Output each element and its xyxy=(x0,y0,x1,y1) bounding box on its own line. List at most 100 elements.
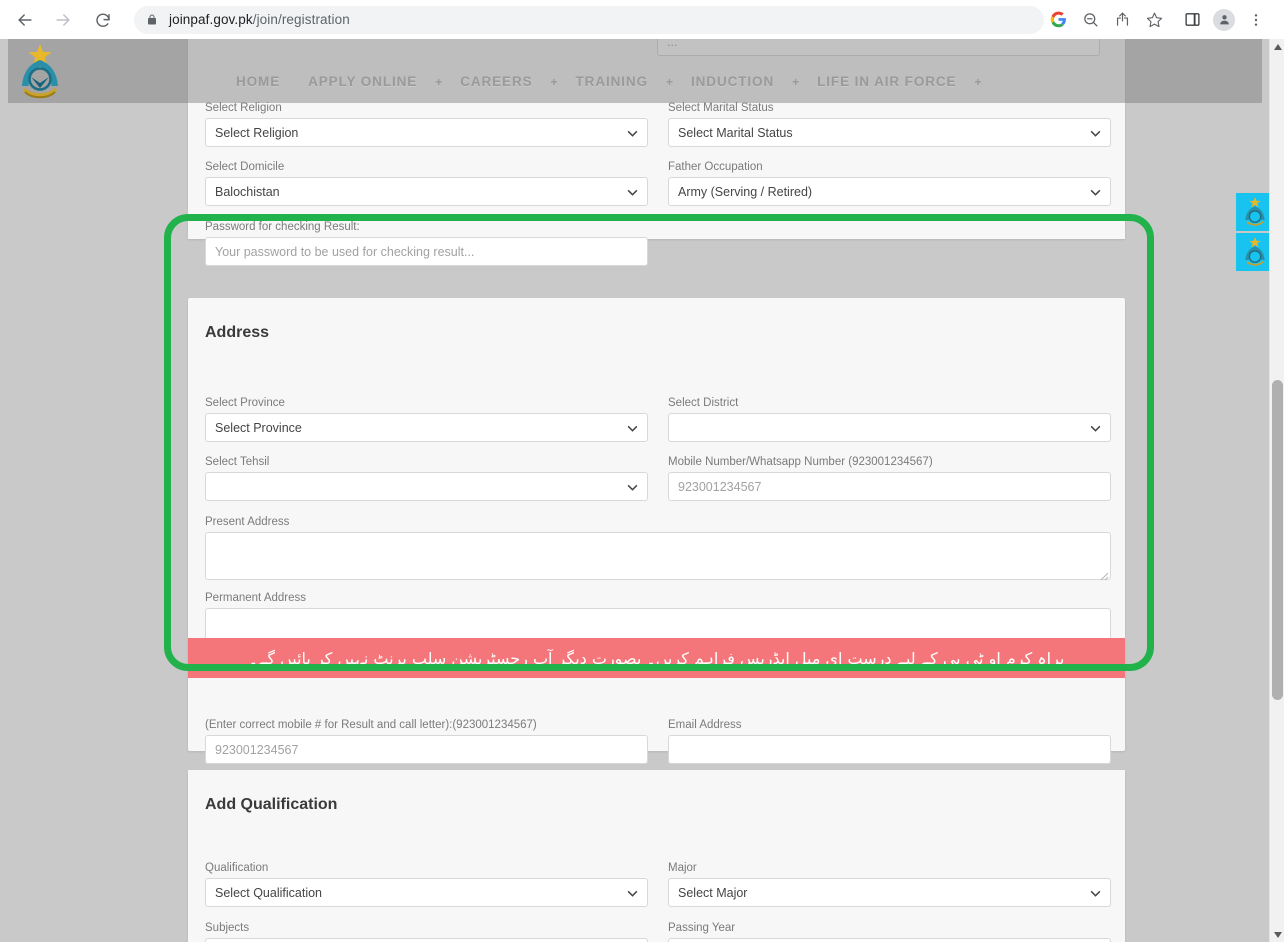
select-tehsil-dropdown[interactable] xyxy=(205,472,648,501)
result-password-input[interactable]: Your password to be used for checking re… xyxy=(205,237,648,266)
qualification-value: Select Qualification xyxy=(215,885,323,900)
url-path: /join/registration xyxy=(252,12,350,27)
zoom-out-icon[interactable] xyxy=(1074,6,1106,34)
mobile-whatsapp-input[interactable]: 923001234567 xyxy=(668,472,1111,501)
field-mobile-whatsapp: Mobile Number/Whatsapp Number (923001234… xyxy=(668,456,1111,501)
father-occupation-value: Army (Serving / Retired) xyxy=(678,184,813,199)
field-select-district: Select District xyxy=(668,397,1111,442)
email-address-input[interactable] xyxy=(668,735,1111,764)
field-email-address: Email Address xyxy=(668,719,1111,764)
field-present-address: Present Address xyxy=(205,516,1111,581)
present-address-label: Present Address xyxy=(205,516,290,528)
result-password-placeholder: Your password to be used for checking re… xyxy=(215,244,475,259)
field-major: Major Select Major xyxy=(668,862,1111,907)
cutoff-top-input[interactable]: ... xyxy=(657,39,1100,56)
browser-forward-button[interactable] xyxy=(48,5,78,35)
paf-crest-icon xyxy=(1245,237,1265,266)
field-select-province: Select Province Select Province xyxy=(205,397,648,442)
url-text: joinpaf.gov.pk/join/registration xyxy=(169,12,350,27)
resize-handle-icon[interactable] xyxy=(1099,568,1109,581)
select-marital-status-dropdown[interactable]: Select Marital Status xyxy=(668,118,1111,147)
subjects-label: Subjects xyxy=(205,922,250,934)
father-occupation-label: Father Occupation xyxy=(668,161,763,173)
chevron-down-icon xyxy=(1090,886,1101,900)
major-value: Select Major xyxy=(678,885,748,900)
field-father-occupation: Father Occupation Army (Serving / Retire… xyxy=(668,161,1111,206)
field-select-marital-status: Select Marital Status Select Marital Sta… xyxy=(668,102,1111,147)
url-host: joinpaf.gov.pk xyxy=(169,12,253,27)
field-select-tehsil: Select Tehsil xyxy=(205,456,648,501)
result-mobile-input[interactable]: 923001234567 xyxy=(205,735,648,764)
scroll-up-arrow-icon[interactable] xyxy=(1270,39,1284,54)
field-select-religion: Select Religion Select Religion xyxy=(205,102,648,147)
browser-toolbar: joinpaf.gov.pk/join/registration xyxy=(0,0,1284,39)
passing-year-input[interactable] xyxy=(668,938,1111,942)
avatar xyxy=(1213,8,1235,31)
scrollbar-thumb[interactable] xyxy=(1272,380,1283,700)
three-dot-menu-icon[interactable] xyxy=(1240,5,1272,35)
result-password-label: Password for checking Result: xyxy=(205,221,360,233)
mobile-whatsapp-placeholder: 923001234567 xyxy=(678,479,762,494)
star-icon[interactable] xyxy=(1138,6,1170,34)
side-panel-icon[interactable] xyxy=(1176,5,1208,35)
subjects-dropdown[interactable]: Select Subject xyxy=(205,938,648,942)
profile-icon[interactable] xyxy=(1208,5,1240,35)
select-marital-status-label: Select Marital Status xyxy=(668,102,774,114)
email-address-label: Email Address xyxy=(668,719,742,731)
paf-crest-icon xyxy=(1245,197,1265,226)
browser-back-button[interactable] xyxy=(10,5,40,35)
chevron-down-icon xyxy=(627,886,638,900)
select-province-value: Select Province xyxy=(215,420,302,435)
qualification-dropdown[interactable]: Select Qualification xyxy=(205,878,648,907)
address-bar[interactable]: joinpaf.gov.pk/join/registration xyxy=(134,5,1044,34)
omnibox-actions xyxy=(1042,6,1170,34)
qualification-label: Qualification xyxy=(205,862,269,874)
field-subjects: Subjects Select Subject xyxy=(205,922,648,942)
chevron-down-icon xyxy=(1090,185,1101,199)
google-icon[interactable] xyxy=(1042,6,1074,34)
field-result-password: Password for checking Result: Your passw… xyxy=(205,221,648,266)
select-religion-label: Select Religion xyxy=(205,102,282,114)
field-result-mobile: (Enter correct mobile # for Result and c… xyxy=(205,719,648,764)
chrome-right-actions xyxy=(1176,5,1272,35)
chevron-down-icon xyxy=(1090,126,1101,140)
qualification-card: Add Qualification Qualification Select Q… xyxy=(188,770,1125,942)
select-domicile-dropdown[interactable]: Balochistan xyxy=(205,177,648,206)
field-qualification: Qualification Select Qualification xyxy=(205,862,648,907)
address-card: Address Select Province Select Province … xyxy=(188,298,1125,764)
select-religion-value: Select Religion xyxy=(215,125,299,140)
email-warning-text: براہ کرم او ٹی پی کے لیے درست ای میل ایڈ… xyxy=(248,648,1065,668)
select-district-dropdown[interactable] xyxy=(668,413,1111,442)
select-district-label: Select District xyxy=(668,397,739,409)
passing-year-label: Passing Year xyxy=(668,922,736,934)
chevron-down-icon xyxy=(627,126,638,140)
select-province-label: Select Province xyxy=(205,397,285,409)
chevron-down-icon xyxy=(627,480,638,494)
select-domicile-value: Balochistan xyxy=(215,184,280,199)
major-dropdown[interactable]: Select Major xyxy=(668,878,1111,907)
scroll-down-arrow-icon[interactable] xyxy=(1270,927,1284,942)
page-viewport: ... Select Religion Select Religion Sele… xyxy=(0,39,1284,942)
permanent-address-label: Permanent Address xyxy=(205,592,307,604)
select-religion-dropdown[interactable]: Select Religion xyxy=(205,118,648,147)
field-select-domicile: Select Domicile Balochistan xyxy=(205,161,648,206)
lock-icon xyxy=(144,12,160,28)
address-section-title: Address xyxy=(205,324,270,341)
present-address-textarea[interactable] xyxy=(205,532,1111,581)
chevron-down-icon xyxy=(627,421,638,435)
browser-reload-button[interactable] xyxy=(88,5,118,35)
page-scrollbar[interactable] xyxy=(1269,39,1284,942)
select-domicile-label: Select Domicile xyxy=(205,161,285,173)
father-occupation-dropdown[interactable]: Army (Serving / Retired) xyxy=(668,177,1111,206)
mobile-whatsapp-label: Mobile Number/Whatsapp Number (923001234… xyxy=(668,456,933,468)
select-tehsil-label: Select Tehsil xyxy=(205,456,270,468)
select-province-dropdown[interactable]: Select Province xyxy=(205,413,648,442)
chevron-down-icon xyxy=(1090,421,1101,435)
qualification-section-title: Add Qualification xyxy=(205,796,338,813)
share-icon[interactable] xyxy=(1106,6,1138,34)
chevron-down-icon xyxy=(627,185,638,199)
field-cutoff-top: ... xyxy=(657,39,1100,56)
result-mobile-placeholder: 923001234567 xyxy=(215,742,299,757)
field-passing-year: Passing Year xyxy=(668,922,1111,942)
major-label: Major xyxy=(668,862,697,874)
